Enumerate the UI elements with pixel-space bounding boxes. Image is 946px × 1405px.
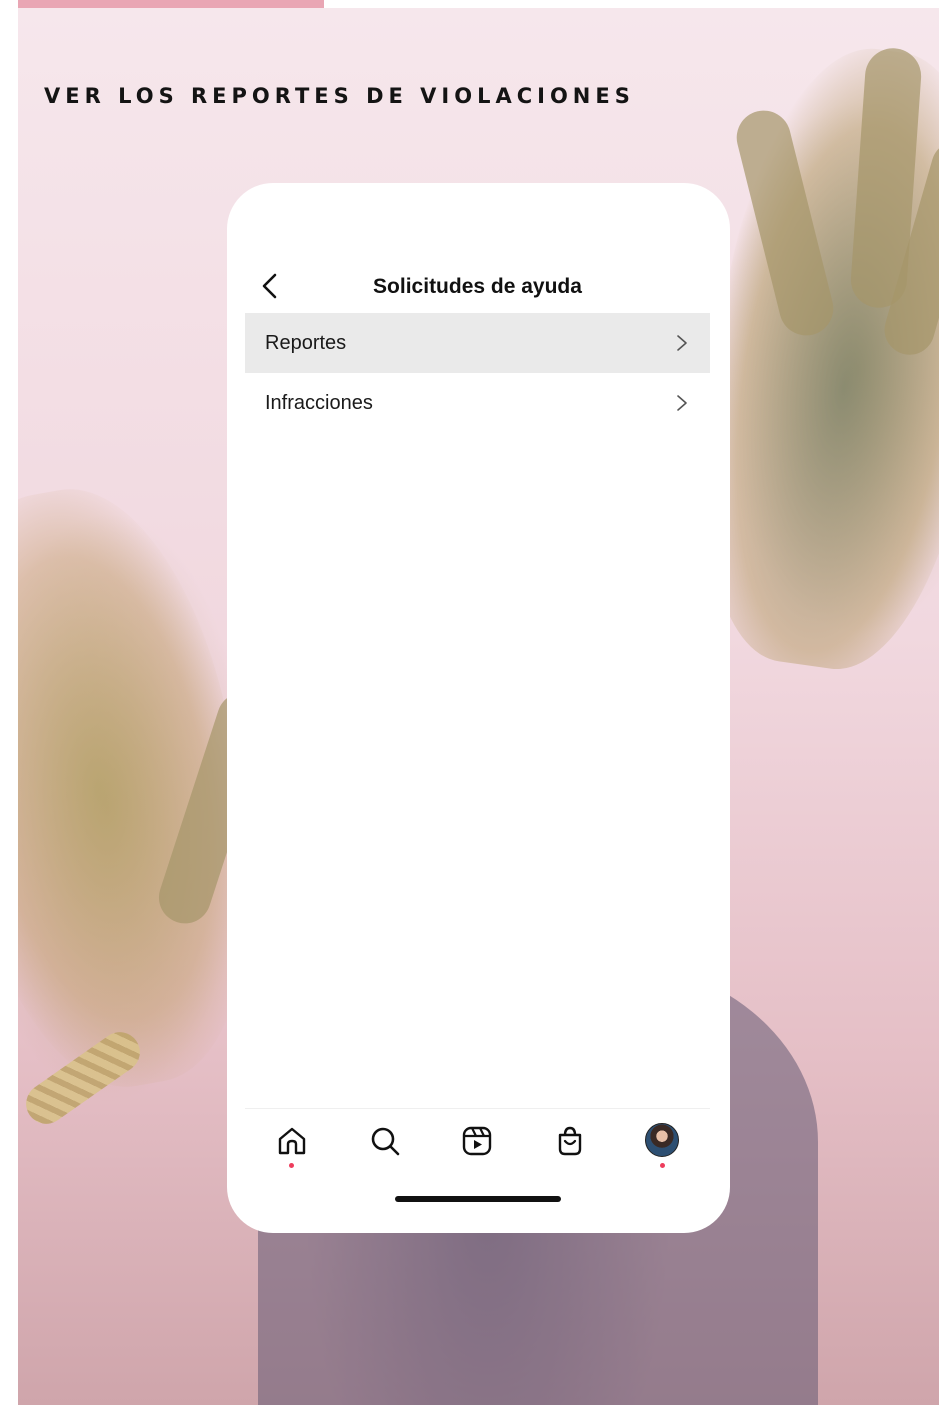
- reels-icon: [462, 1126, 492, 1156]
- navigation-bar: Solicitudes de ayuda: [245, 261, 710, 311]
- tab-shop[interactable]: [550, 1121, 590, 1171]
- notification-dot: [289, 1163, 294, 1168]
- shop-icon: [558, 1126, 582, 1156]
- tab-search[interactable]: [365, 1121, 405, 1171]
- home-indicator: [395, 1196, 561, 1202]
- bottom-tab-bar: [245, 1108, 710, 1189]
- tab-reels[interactable]: [457, 1121, 497, 1171]
- profile-avatar-icon: [645, 1123, 679, 1157]
- menu-item-label: Reportes: [265, 331, 347, 354]
- notification-dot: [660, 1163, 665, 1168]
- menu-item-infracciones[interactable]: Infracciones: [245, 373, 710, 433]
- tab-profile[interactable]: [643, 1121, 683, 1171]
- chevron-right-icon: [677, 395, 687, 411]
- app-screen: Solicitudes de ayuda Reportes Infraccion…: [245, 183, 710, 1233]
- accent-bar: [18, 0, 324, 8]
- tab-home[interactable]: [272, 1121, 312, 1171]
- page-heading: VER LOS REPORTES DE VIOLACIONES: [44, 84, 635, 108]
- chevron-right-icon: [677, 335, 687, 351]
- menu-item-label: Infracciones: [265, 391, 373, 414]
- screen-title: Solicitudes de ayuda: [373, 275, 582, 298]
- phone-mockup: Solicitudes de ayuda Reportes Infraccion…: [227, 183, 730, 1233]
- search-icon: [371, 1127, 400, 1156]
- home-icon: [278, 1127, 306, 1155]
- menu-item-reportes[interactable]: Reportes: [245, 313, 710, 373]
